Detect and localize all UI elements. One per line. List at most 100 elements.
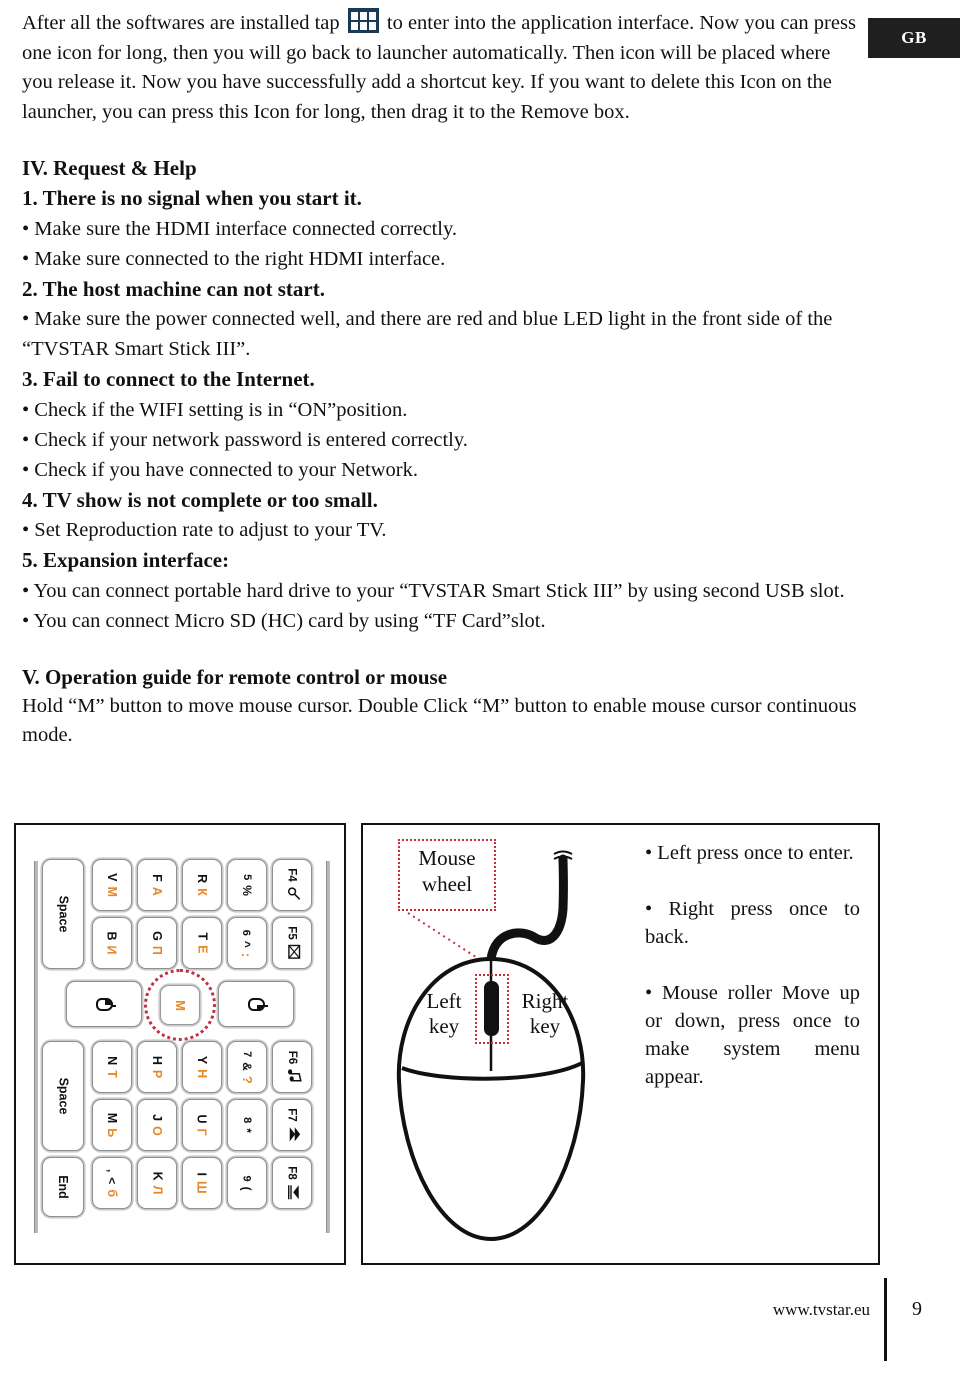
faq-bullet-3-2: • Check if you have connected to your Ne… <box>22 458 418 481</box>
key-comma-tertiary: б <box>105 1189 119 1198</box>
faq-title-2: 2. The host machine can not start. <box>22 276 325 301</box>
key-mouse-left[interactable] <box>66 981 142 1027</box>
key-f6[interactable]: F6 <box>272 1041 312 1093</box>
key-t-cyrillic: Е <box>194 945 209 954</box>
key-9[interactable]: 9 ( <box>227 1157 267 1209</box>
mouse-right-icon <box>247 997 265 1011</box>
key-f4[interactable]: F4 <box>272 859 312 911</box>
mouse-left-key-label-line2: key <box>428 1014 460 1038</box>
key-f8-label: F8 <box>285 1165 298 1180</box>
key-space-upper-label: Space <box>56 895 70 933</box>
key-6[interactable]: 6 ^ : <box>227 917 267 969</box>
key-space-lower-label: Space <box>56 1077 70 1115</box>
faq-title-1: 1. There is no signal when you start it. <box>22 186 362 210</box>
key-m[interactable]: M Ь <box>92 1099 132 1151</box>
key-space-lower[interactable]: Space <box>42 1041 84 1151</box>
key-j-cyrillic: О <box>150 1126 164 1136</box>
key-h[interactable]: H Р <box>137 1041 177 1093</box>
key-6-primary: 6 <box>240 929 253 936</box>
key-5[interactable]: 5 % <box>227 859 267 911</box>
key-m-mouse-toggle[interactable]: M <box>160 985 200 1025</box>
key-j-latin: J <box>150 1114 164 1122</box>
key-end[interactable]: End <box>42 1157 84 1217</box>
mouse-left-icon <box>95 997 113 1011</box>
key-b-glyphs: B И <box>105 931 119 954</box>
mouse-instruction-0: • Left press once to enter. <box>645 842 854 864</box>
key-f-cyrillic: А <box>149 886 164 896</box>
key-7[interactable]: 7 & ? <box>227 1041 267 1093</box>
key-g-latin: G <box>150 931 164 941</box>
key-6-secondary: ^ <box>239 940 254 948</box>
key-f4-label: F4 <box>285 868 298 882</box>
key-i-glyphs: I Ш <box>195 1172 209 1193</box>
key-r[interactable]: R К <box>182 859 222 911</box>
key-u[interactable]: U Г <box>182 1099 222 1151</box>
key-8-secondary: * <box>239 1128 254 1133</box>
mouse-instruction-2: • Mouse roller Move up or down, press on… <box>645 982 860 1088</box>
mouse-left-key-label: Left key <box>413 989 475 1039</box>
key-y[interactable]: Y Н <box>182 1041 222 1093</box>
key-comma-secondary: < <box>105 1177 119 1185</box>
key-i-cyrillic: Ш <box>194 1180 209 1194</box>
key-n[interactable]: N Т <box>92 1041 132 1093</box>
faq-bullet-2-0: • Make sure the power connected well, an… <box>22 308 833 360</box>
key-k[interactable]: K Л <box>137 1157 177 1209</box>
key-f5-glyphs: F5 <box>283 926 301 960</box>
key-mouse-right[interactable] <box>218 981 294 1027</box>
key-comma[interactable]: , < б <box>92 1157 132 1209</box>
key-g-glyphs: G П <box>150 931 164 955</box>
language-badge-label: GB <box>901 28 927 47</box>
key-j[interactable]: J О <box>137 1099 177 1151</box>
key-g[interactable]: G П <box>137 917 177 969</box>
footer-divider <box>884 1278 887 1361</box>
key-y-glyphs: Y Н <box>195 1056 209 1078</box>
key-f5[interactable]: F5 <box>272 917 312 969</box>
key-r-cyrillic: К <box>194 888 209 896</box>
keyboard-rail-left <box>34 861 38 1233</box>
section-heading-operation-guide: V. Operation guide for remote control or… <box>22 664 448 689</box>
key-f4-glyphs: F4 <box>282 868 302 901</box>
keyboard-layout: Space V М B И F А G П R К T Е 5 % 6 ^: … <box>32 841 332 1251</box>
key-9-secondary: ( <box>240 1186 254 1191</box>
faq-title-4: 4. TV show is not complete or too small. <box>22 487 378 512</box>
key-5-secondary: % <box>239 885 254 896</box>
key-h-glyphs: H Р <box>150 1056 164 1078</box>
key-y-latin: Y <box>195 1055 209 1065</box>
key-u-glyphs: U Г <box>195 1114 209 1135</box>
key-v[interactable]: V М <box>92 859 132 911</box>
key-v-latin: V <box>104 873 119 882</box>
key-f7[interactable]: F7 <box>272 1099 312 1151</box>
key-i[interactable]: I Ш <box>182 1157 222 1209</box>
key-m-glyphs: M Ь <box>105 1113 119 1137</box>
key-u-cyrillic: Г <box>195 1128 209 1136</box>
key-7-glyphs: 7 & ? <box>240 1051 255 1084</box>
language-badge: GB <box>868 18 960 58</box>
key-h-cyrillic: Р <box>150 1069 164 1079</box>
faq-title-5: 5. Expansion interface: <box>22 548 230 572</box>
key-b[interactable]: B И <box>92 917 132 969</box>
key-t[interactable]: T Е <box>182 917 222 969</box>
key-i-latin: I <box>194 1172 209 1176</box>
key-5-glyphs: 5 % <box>240 874 254 896</box>
operation-paragraph: Hold “M” button to move mouse cursor. Do… <box>22 694 857 747</box>
key-r-latin: R <box>194 874 209 884</box>
key-m-latin: M <box>105 1112 119 1124</box>
app-grid-icon <box>347 8 379 33</box>
section-heading-request-help: IV. Request & Help <box>22 156 197 180</box>
key-u-latin: U <box>195 1114 209 1124</box>
keyboard-rail-right <box>326 861 330 1233</box>
key-mouse-right-glyph <box>247 997 265 1011</box>
key-f[interactable]: F А <box>137 859 177 911</box>
mouse-right-key-label-line2: key <box>529 1014 561 1038</box>
key-b-cyrillic: И <box>104 945 119 955</box>
key-8[interactable]: 8 * <box>227 1099 267 1151</box>
faq-title-3: 3. Fail to connect to the Internet. <box>22 367 315 391</box>
faq-bullet-5-1: • You can connect Micro SD (HC) card by … <box>22 609 546 632</box>
intro-paragraph: After all the softwares are installed ta… <box>22 8 862 127</box>
key-end-label: End <box>55 1175 70 1199</box>
key-space-upper[interactable]: Space <box>42 859 84 969</box>
key-k-cyrillic: Л <box>150 1185 164 1195</box>
mouse-diagram-panel: Mouse wheel Left key Right key • Left pr… <box>361 823 880 1265</box>
key-f8[interactable]: F8 <box>272 1157 312 1209</box>
key-n-glyphs: N Т <box>105 1056 119 1078</box>
